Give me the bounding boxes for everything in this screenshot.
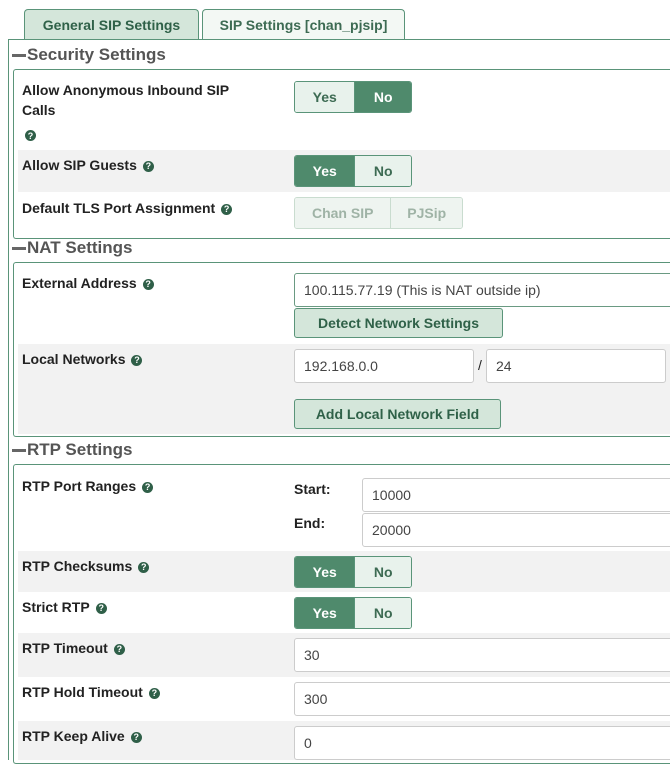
collapse-icon bbox=[12, 448, 26, 452]
rtp-timeout-label: RTP Timeout? bbox=[22, 638, 125, 658]
help-icon[interactable]: ? bbox=[113, 643, 125, 655]
tls-port-toggle[interactable]: Chan SIP PJSip bbox=[294, 197, 463, 229]
external-address-input[interactable]: 100.115.77.19 (This is NAT outside ip) bbox=[294, 273, 670, 307]
help-icon[interactable]: ? bbox=[131, 354, 143, 366]
add-local-network-field-button[interactable]: Add Local Network Field bbox=[294, 399, 501, 429]
tls-pjsip[interactable]: PJSip bbox=[390, 198, 462, 228]
sip-guests-row: Allow SIP Guests? Yes No bbox=[18, 150, 670, 192]
rtp-end-input[interactable]: 20000 bbox=[362, 513, 670, 547]
rtp-keep-alive-row: RTP Keep Alive? 0 bbox=[18, 721, 670, 760]
security-settings-header[interactable]: Security Settings bbox=[12, 44, 166, 66]
help-icon[interactable]: ? bbox=[138, 561, 150, 573]
sip-guests-yes[interactable]: Yes bbox=[295, 156, 355, 186]
collapse-icon bbox=[12, 53, 26, 57]
help-icon[interactable]: ? bbox=[95, 602, 107, 614]
section-title: NAT Settings bbox=[27, 238, 133, 257]
rtp-keep-alive-label: RTP Keep Alive? bbox=[22, 726, 142, 746]
rtp-keep-alive-input[interactable]: 0 bbox=[294, 726, 670, 760]
help-icon[interactable]: ? bbox=[25, 130, 36, 141]
subnet-slash: / bbox=[478, 357, 482, 373]
local-networks-row: Local Networks? 192.168.0.0 / 24 Add Loc… bbox=[18, 344, 670, 434]
rtp-port-ranges-row: RTP Port Ranges? Start: 10000 End: 20000 bbox=[18, 472, 670, 550]
rtp-start-label: Start: bbox=[294, 481, 331, 497]
rtp-hold-timeout-label: RTP Hold Timeout? bbox=[22, 682, 160, 702]
collapse-icon bbox=[12, 246, 26, 250]
external-address-row: External Address? 100.115.77.19 (This is… bbox=[18, 268, 670, 344]
anon-calls-label: Allow Anonymous Inbound SIP Calls bbox=[22, 82, 229, 118]
panel-border bbox=[8, 40, 9, 760]
sip-guests-no[interactable]: No bbox=[354, 156, 411, 186]
help-icon[interactable]: ? bbox=[148, 687, 160, 699]
rtp-checksums-label: RTP Checksums? bbox=[22, 556, 150, 576]
strict-rtp-label: Strict RTP? bbox=[22, 597, 107, 617]
sip-guests-label: Allow SIP Guests? bbox=[22, 155, 154, 175]
rtp-checksums-row: RTP Checksums? Yes No bbox=[18, 551, 670, 592]
tab-divider bbox=[8, 39, 670, 40]
external-address-label: External Address? bbox=[22, 273, 154, 293]
local-networks-label: Local Networks? bbox=[22, 349, 143, 369]
local-network-mask-input[interactable]: 24 bbox=[486, 349, 666, 383]
rtp-checksums-toggle[interactable]: Yes No bbox=[294, 556, 412, 588]
help-icon[interactable]: ? bbox=[142, 160, 154, 172]
tls-port-row: Default TLS Port Assignment? Chan SIP PJ… bbox=[18, 194, 670, 236]
rtp-timeout-input[interactable]: 30 bbox=[294, 638, 670, 672]
strict-rtp-no[interactable]: No bbox=[354, 598, 411, 628]
detect-network-settings-button[interactable]: Detect Network Settings bbox=[294, 308, 503, 338]
rtp-timeout-row: RTP Timeout? 30 bbox=[18, 633, 670, 677]
rtp-hold-timeout-input[interactable]: 300 bbox=[294, 682, 670, 716]
rtp-start-input[interactable]: 10000 bbox=[362, 478, 670, 512]
rtp-settings-header[interactable]: RTP Settings bbox=[12, 439, 132, 461]
anon-calls-toggle[interactable]: Yes No bbox=[294, 81, 412, 113]
tab-general-sip-settings[interactable]: General SIP Settings bbox=[24, 9, 199, 40]
strict-rtp-yes[interactable]: Yes bbox=[295, 598, 355, 628]
anon-calls-no[interactable]: No bbox=[354, 82, 411, 112]
tab-sip-settings-chan-pjsip[interactable]: SIP Settings [chan_pjsip] bbox=[202, 9, 405, 40]
help-icon[interactable]: ? bbox=[130, 731, 142, 743]
rtp-checksums-yes[interactable]: Yes bbox=[295, 557, 355, 587]
rtp-end-label: End: bbox=[294, 515, 326, 531]
strict-rtp-row: Strict RTP? Yes No bbox=[18, 592, 670, 633]
anon-calls-yes[interactable]: Yes bbox=[295, 82, 355, 112]
strict-rtp-toggle[interactable]: Yes No bbox=[294, 597, 412, 629]
rtp-port-ranges-label: RTP Port Ranges? bbox=[22, 476, 154, 496]
anon-calls-row: Allow Anonymous Inbound SIP Calls ? Yes … bbox=[18, 76, 670, 148]
tls-chan-sip[interactable]: Chan SIP bbox=[295, 198, 391, 228]
help-icon[interactable]: ? bbox=[221, 203, 233, 215]
rtp-checksums-no[interactable]: No bbox=[354, 557, 411, 587]
section-title: RTP Settings bbox=[27, 440, 133, 459]
section-title: Security Settings bbox=[27, 45, 166, 64]
rtp-hold-timeout-row: RTP Hold Timeout? 300 bbox=[18, 677, 670, 721]
help-icon[interactable]: ? bbox=[142, 481, 154, 493]
tab-bar: General SIP Settings SIP Settings [chan_… bbox=[0, 0, 670, 40]
sip-guests-toggle[interactable]: Yes No bbox=[294, 155, 412, 187]
tls-port-label: Default TLS Port Assignment? bbox=[22, 198, 233, 218]
nat-settings-header[interactable]: NAT Settings bbox=[12, 237, 132, 259]
local-network-ip-input[interactable]: 192.168.0.0 bbox=[294, 349, 474, 383]
help-icon[interactable]: ? bbox=[142, 278, 154, 290]
